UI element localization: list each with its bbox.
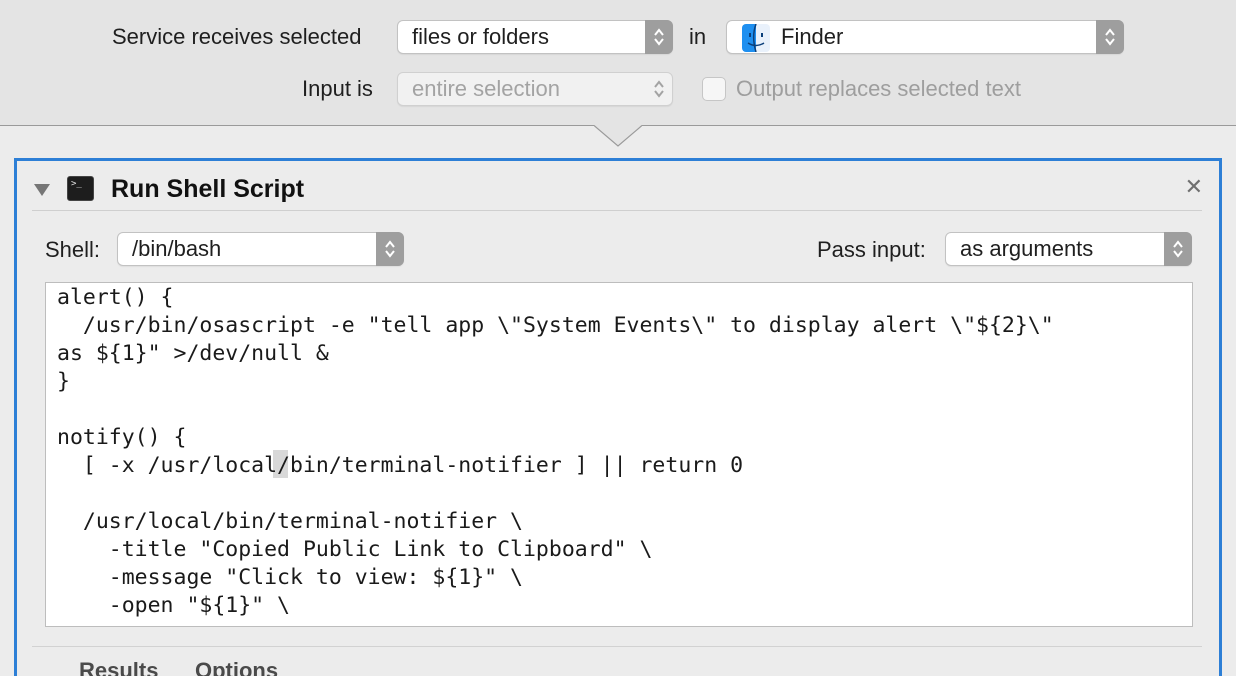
script-editor[interactable]: alert() { /usr/bin/osascript -e "tell ap… [45,282,1193,627]
script-line: [ -x /usr/local/bin/terminal-notifier ] … [57,453,744,478]
service-receives-popup[interactable]: files or folders [397,20,673,54]
script-line: as ${1}" >/dev/null & [57,341,329,366]
pass-input-popup[interactable]: as arguments [945,232,1192,266]
pass-input-label: Pass input: [817,237,926,262]
service-receives-value: files or folders [412,24,549,49]
script-line: } [57,369,70,394]
popup-arrows-icon [645,20,673,54]
disclosure-triangle-icon[interactable] [33,183,51,202]
input-value: entire selection [412,76,560,101]
action-title: Run Shell Script [111,175,305,203]
tab-results[interactable]: Results [79,658,158,676]
terminal-icon: >_ [67,176,94,201]
popup-arrows-icon [645,72,673,106]
input-is-label: Input is [302,76,373,101]
run-shell-script-action: >_ Run Shell Script ✕ Shell: /bin/bash P… [14,158,1222,676]
script-line: -title "Copied Public Link to Clipboard"… [57,537,653,562]
output-replaces-label: Output replaces selected text [736,76,1021,101]
popup-arrows-icon [1164,232,1192,266]
popup-arrows-icon [376,232,404,266]
divider [32,646,1202,647]
pass-input-value: as arguments [960,236,1094,261]
output-replaces-checkbox[interactable] [702,77,726,101]
finder-icon [742,24,770,52]
close-icon[interactable]: ✕ [1185,174,1203,200]
in-label: in [689,24,707,49]
application-value: Finder [781,24,844,49]
shell-value: /bin/bash [132,236,222,261]
shell-label: Shell: [45,237,101,262]
application-popup[interactable]: Finder [726,20,1124,54]
script-line: /usr/local/bin/terminal-notifier \ [57,509,523,534]
connector-arrow-icon [594,125,642,147]
script-line: /usr/bin/osascript -e "tell app \"System… [57,313,1054,338]
tab-options[interactable]: Options [195,658,278,676]
script-line: -open "${1}" \ [57,593,290,618]
script-line: notify() { [57,425,187,450]
service-config-bar [0,0,1236,126]
service-receives-label: Service receives selected [112,24,362,49]
script-line: alert() { [57,285,174,310]
shell-popup[interactable]: /bin/bash [117,232,404,266]
divider [32,210,1202,211]
input-popup[interactable]: entire selection [397,72,673,106]
script-line: -message "Click to view: ${1}" \ [57,565,523,590]
popup-arrows-icon [1096,20,1124,54]
